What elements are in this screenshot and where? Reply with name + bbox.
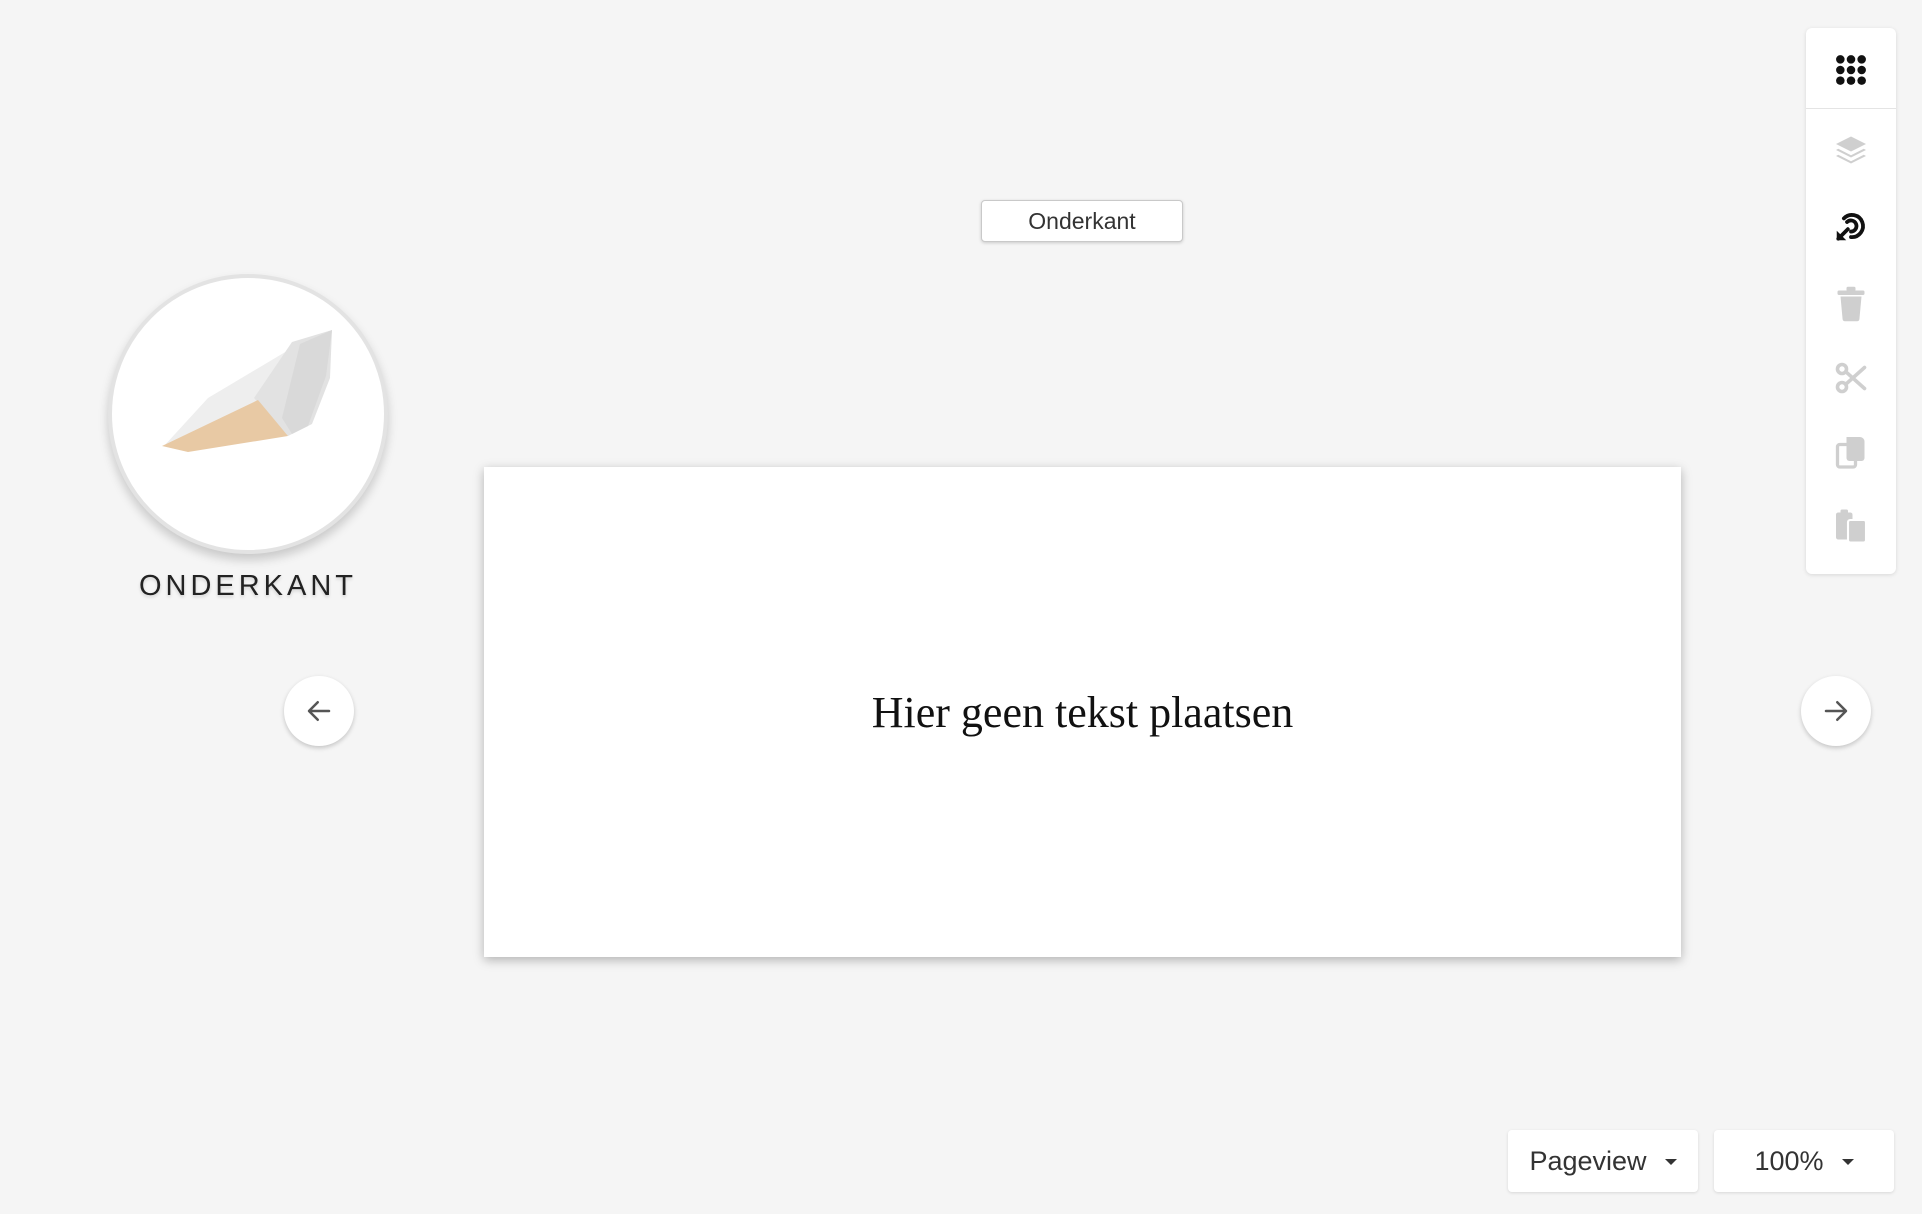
preview-caption: ONDERKANT	[138, 570, 358, 602]
cut-icon	[1835, 362, 1867, 394]
view-mode-dropdown[interactable]: Pageview	[1508, 1130, 1698, 1192]
toolbar-divider	[1806, 108, 1896, 109]
arrow-right-icon	[1824, 701, 1848, 721]
caret-down-icon	[1841, 1159, 1854, 1165]
copy-button[interactable]	[1806, 414, 1896, 490]
view-mode-value: Pageview	[1529, 1145, 1647, 1176]
paste-icon	[1836, 509, 1868, 544]
next-side-button[interactable]	[1801, 676, 1871, 746]
delete-button[interactable]	[1806, 266, 1896, 342]
zoom-dropdown[interactable]: 100%	[1714, 1130, 1894, 1192]
editor-stage: Onderkant ONDERKANT Hier geen tekst plaa…	[0, 0, 1922, 1214]
rotate-icon	[1836, 213, 1865, 241]
zoom-value: 100%	[1754, 1145, 1824, 1176]
apps-grid-button[interactable]	[1806, 32, 1896, 108]
rotate-button[interactable]	[1806, 188, 1896, 264]
envelope-preview[interactable]	[108, 274, 388, 554]
caret-down-icon	[1664, 1159, 1677, 1165]
layers-icon	[1836, 136, 1866, 164]
side-label-text: Onderkant	[1028, 207, 1136, 234]
right-toolbar	[1806, 28, 1896, 574]
trash-icon	[1837, 286, 1865, 322]
side-label[interactable]: Onderkant	[981, 200, 1183, 242]
cut-button[interactable]	[1806, 340, 1896, 416]
previous-side-button[interactable]	[284, 676, 354, 746]
paste-button[interactable]	[1806, 488, 1896, 564]
canvas-text[interactable]: Hier geen tekst plaatsen	[872, 687, 1294, 738]
apps-grid-icon	[1836, 55, 1866, 85]
arrow-left-icon	[307, 701, 331, 721]
design-canvas[interactable]: Hier geen tekst plaatsen	[484, 467, 1681, 957]
envelope-illustration-icon	[162, 330, 332, 452]
layers-button[interactable]	[1806, 112, 1896, 188]
copy-icon	[1835, 437, 1865, 469]
